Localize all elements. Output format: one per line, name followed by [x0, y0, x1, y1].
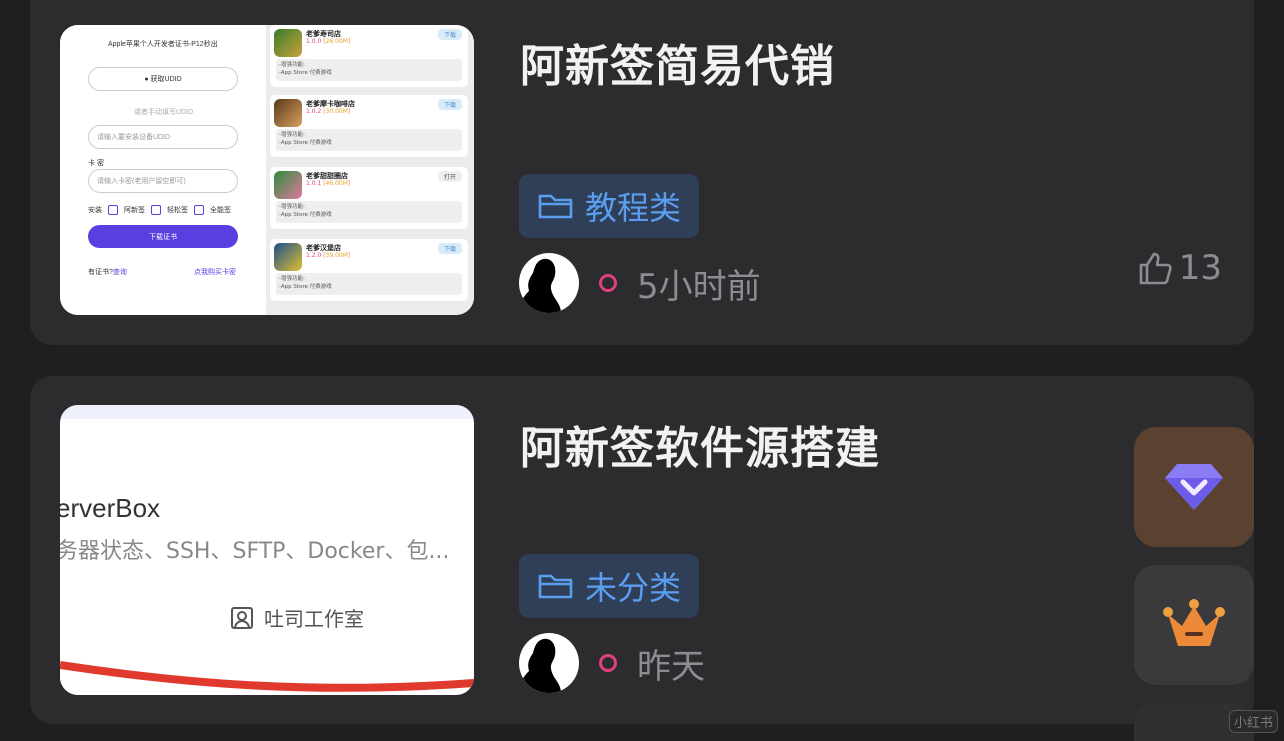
post-meta: 5小时前 — [519, 253, 761, 313]
post-thumbnail[interactable]: erverBox 务器状态、SSH、SFTP、Docker、包... 吐司工作室 — [60, 405, 474, 695]
like-button[interactable]: 13 — [1137, 248, 1222, 288]
app-icon — [274, 29, 302, 57]
apple-icon: ● — [144, 75, 149, 83]
manual-hint: 或者手动填写UDID — [134, 109, 194, 116]
thumbnail-app-desc: 务器状态、SSH、SFTP、Docker、包... — [60, 539, 450, 564]
diamond-icon — [1165, 464, 1223, 510]
udid-button: ● 获取UDID — [88, 67, 238, 91]
buy-card-link: 点我购买卡密 — [194, 269, 236, 276]
download-cert-button: 下载证书 — [88, 225, 238, 248]
watermark: 小红书 — [1229, 710, 1279, 733]
thumbnail-form-panel: Apple苹果个人开发者证书-P12秒出 ● 获取UDID 或者手动填写UDID … — [60, 25, 266, 315]
have-cert-text: 有证书?查询 — [88, 269, 127, 276]
thumbnail-app-list: 老爹寿司店 1.0.0 [26.00M] 下载 -增强功能: -App Store… — [266, 25, 474, 315]
app-list-item: 老爹汉堡店 1.2.0 [39.00M] 下载 -增强功能: -App Store… — [270, 239, 468, 301]
folder-icon — [538, 194, 573, 219]
folder-icon — [538, 574, 573, 599]
category-label: 未分类 — [585, 569, 682, 607]
thumbnail-app-name: erverBox — [60, 493, 161, 523]
silhouette-icon — [519, 258, 561, 313]
app-list-item: 老爹寿司店 1.0.0 [26.00M] 下载 -增强功能: -App Store… — [270, 25, 468, 87]
udid-input: 请输入要安装设备UDID — [88, 125, 238, 149]
card-input: 请输入卡密(老用户留空即可) — [88, 169, 238, 193]
thumbnail-header: Apple苹果个人开发者证书-P12秒出 — [108, 41, 218, 48]
time-dot — [599, 274, 617, 292]
card-label: 卡 密 — [88, 160, 104, 167]
post-title[interactable]: 阿新签简易代销 — [520, 30, 835, 94]
silhouette-icon — [519, 638, 561, 693]
post-card[interactable]: Apple苹果个人开发者证书-P12秒出 ● 获取UDID 或者手动填写UDID … — [30, 0, 1254, 345]
app-icon — [274, 243, 302, 271]
app-icon — [274, 99, 302, 127]
avatar[interactable] — [519, 633, 579, 693]
thumbnail-red-curve — [60, 661, 474, 695]
checkbox — [194, 205, 204, 215]
thumbnail-studio: 吐司工作室 — [230, 603, 364, 632]
post-time: 昨天 — [637, 646, 705, 687]
vip-diamond-button[interactable] — [1134, 427, 1254, 547]
category-tag[interactable]: 未分类 — [519, 554, 700, 618]
post-time: 5小时前 — [637, 266, 761, 307]
category-label: 教程类 — [585, 189, 682, 227]
crown-icon — [1163, 599, 1225, 646]
app-list-item: 老爹摩卡咖啡店 1.0.2 [30.00M] 下载 -增强功能: -App Sto… — [270, 95, 468, 157]
app-icon — [274, 171, 302, 199]
post-thumbnail[interactable]: Apple苹果个人开发者证书-P12秒出 ● 获取UDID 或者手动填写UDID … — [60, 25, 474, 315]
category-tag[interactable]: 教程类 — [519, 174, 700, 238]
post-title[interactable]: 阿新签软件源搭建 — [520, 412, 880, 476]
thumbnail-header-strip — [60, 405, 474, 419]
app-list-item: 老爹甜甜圈店 1.0.1 [46.00M] 打开 -增强功能: -App Stor… — [270, 167, 468, 229]
crown-button[interactable] — [1134, 565, 1254, 685]
post-card[interactable]: erverBox 务器状态、SSH、SFTP、Docker、包... 吐司工作室… — [30, 376, 1254, 724]
user-card-icon — [231, 606, 253, 629]
like-count: 13 — [1178, 248, 1222, 288]
checkbox — [108, 205, 118, 215]
post-meta: 昨天 — [519, 633, 705, 693]
time-dot — [599, 654, 617, 672]
install-options: 安装 阿新签 轻松签 全能签 — [88, 205, 231, 215]
checkbox — [151, 205, 161, 215]
thumbs-up-icon — [1139, 252, 1172, 285]
avatar[interactable] — [519, 253, 579, 313]
